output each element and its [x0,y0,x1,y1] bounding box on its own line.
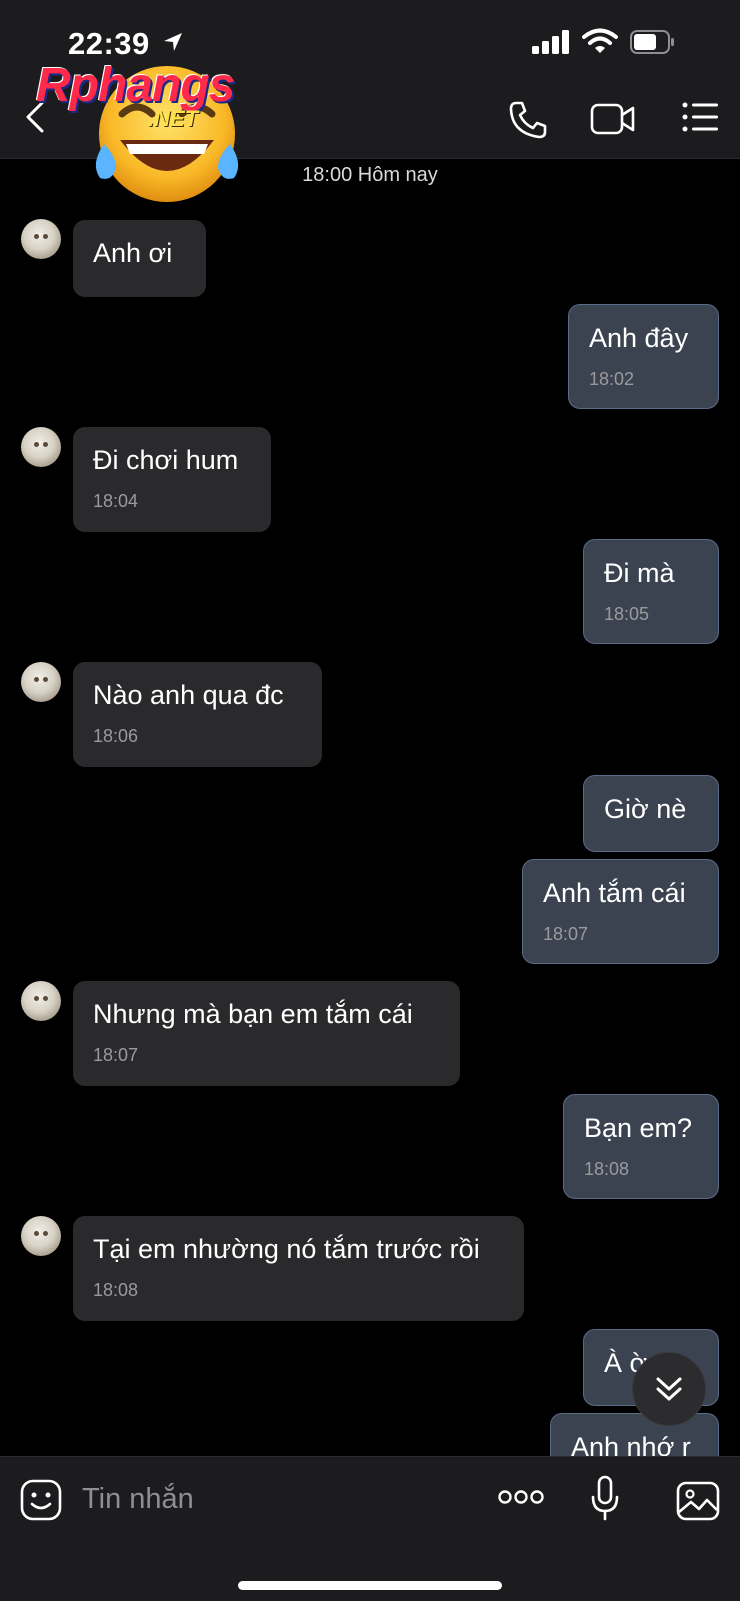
more-options-icon[interactable] [498,1487,544,1507]
message-text: Nào anh qua đc [93,680,284,710]
menu-list-icon[interactable] [682,102,718,132]
message-text: Anh đây [589,323,689,353]
message-bubble-outgoing[interactable]: Bạn em? 18:08 [563,1094,719,1199]
sticker-emoji-icon[interactable] [20,1479,62,1521]
message-bubble-incoming[interactable]: Nhưng mà bạn em tắm cái 18:07 [73,981,460,1086]
message-time: 18:02 [589,369,635,389]
message-composer: Tin nhắn [0,1456,740,1601]
message-bubble-outgoing[interactable]: Anh tắm cái 18:07 [522,859,719,964]
watermark-brand: Rphangs [36,59,235,112]
message-time: 18:06 [93,726,139,746]
avatar[interactable] [21,219,61,259]
cellular-signal-icon [532,30,569,54]
message-text: Tại em nhường nó tắm trước rồi [93,1234,480,1264]
message-text: Nhưng mà bạn em tắm cái [93,999,413,1029]
avatar[interactable] [21,981,61,1021]
watermark-tld: .NET [148,106,199,131]
date-divider: 18:00 Hôm nay [302,164,438,186]
message-time: 18:08 [584,1159,630,1179]
phone-call-icon[interactable] [508,100,548,140]
message-time: 18:05 [604,604,650,624]
message-text: Bạn em? [584,1113,693,1143]
image-gallery-icon[interactable] [676,1481,720,1521]
video-call-icon[interactable] [590,102,636,136]
avatar[interactable] [21,662,61,702]
message-bubble-incoming[interactable]: Đi chơi hum 18:04 [73,427,271,532]
message-time: 18:04 [93,491,139,511]
home-indicator [238,1581,502,1590]
avatar[interactable] [21,427,61,467]
message-text: Anh ơi [93,238,173,268]
wifi-icon [582,28,618,53]
message-bubble-incoming[interactable]: Nào anh qua đc 18:06 [73,662,322,767]
microphone-icon[interactable] [590,1475,620,1521]
message-bubble-incoming[interactable]: Tại em nhường nó tắm trước rồi 18:08 [73,1216,524,1321]
message-time: 18:07 [543,924,589,944]
message-bubble-outgoing[interactable]: Giờ nè [583,775,719,852]
scroll-to-bottom-button[interactable] [632,1352,706,1426]
watermark-logo: Rphangs .NET [30,52,270,222]
message-text: Đi chơi hum [93,445,239,475]
message-text: Đi mà [604,558,675,588]
message-text: Anh nhớ r [571,1432,691,1456]
message-time: 18:07 [93,1045,139,1065]
message-text: Anh tắm cái [543,878,686,908]
message-text: Giờ nè [604,794,687,824]
location-arrow-icon [164,33,182,51]
double-chevron-down-icon [656,1377,682,1401]
battery-icon [630,30,674,54]
message-bubble-outgoing[interactable]: Đi mà 18:05 [583,539,719,644]
message-bubble-outgoing[interactable]: Anh đây 18:02 [568,304,719,409]
message-bubble-incoming[interactable]: Anh ơi [73,220,206,297]
message-time: 18:08 [93,1280,139,1300]
avatar[interactable] [21,1216,61,1256]
message-input[interactable]: Tin nhắn [82,1483,194,1516]
